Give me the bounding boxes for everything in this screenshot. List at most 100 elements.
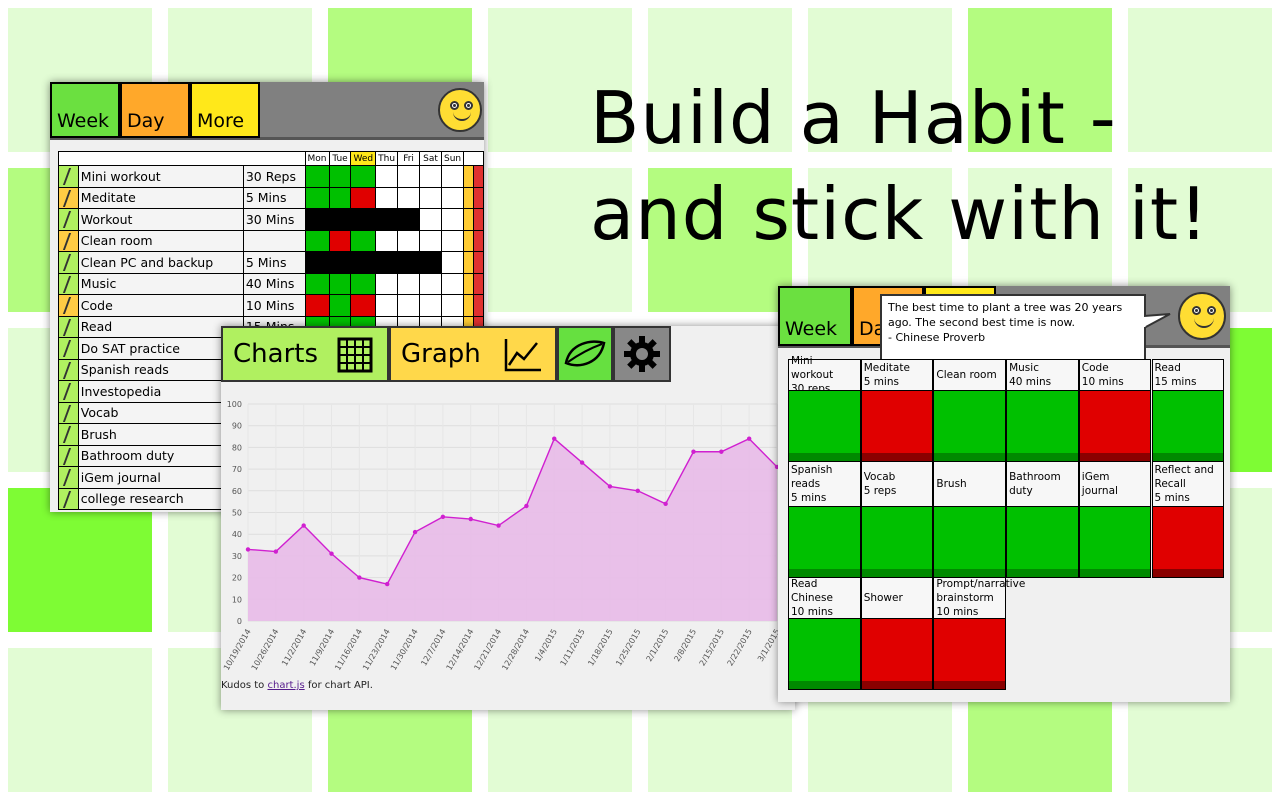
- tab-week-overview[interactable]: Week: [778, 286, 852, 346]
- habit-check[interactable]: [58, 294, 79, 317]
- edit-icon[interactable]: [463, 251, 475, 274]
- tab-charts[interactable]: Charts: [221, 326, 389, 382]
- chartjs-link[interactable]: chart.js: [267, 680, 304, 691]
- day-status-cell[interactable]: [350, 186, 377, 209]
- habit-name[interactable]: Spanish reads: [77, 358, 244, 381]
- habit-check[interactable]: [58, 208, 79, 231]
- day-status-cell[interactable]: [304, 272, 330, 295]
- habit-status-block[interactable]: [933, 506, 1007, 578]
- habit-name[interactable]: Mini workout: [77, 165, 244, 188]
- delete-icon[interactable]: [473, 294, 484, 317]
- habit-check[interactable]: [58, 401, 79, 424]
- day-status-cell[interactable]: [440, 272, 465, 295]
- habit-check[interactable]: [58, 251, 79, 274]
- tab-day[interactable]: Day: [120, 82, 190, 138]
- edit-icon[interactable]: [463, 294, 475, 317]
- day-status-cell[interactable]: [304, 251, 330, 274]
- day-status-cell[interactable]: [440, 186, 465, 209]
- habit-status-block[interactable]: [788, 390, 861, 462]
- edit-icon[interactable]: [463, 229, 475, 252]
- tab-leaf[interactable]: [557, 326, 613, 382]
- smiley-icon-overview[interactable]: [1178, 292, 1226, 340]
- habit-tile[interactable]: Bathroom duty: [1006, 461, 1079, 578]
- habit-status-block[interactable]: [788, 618, 861, 690]
- day-status-cell[interactable]: [304, 229, 330, 252]
- habit-name[interactable]: Meditate: [77, 186, 244, 209]
- day-status-cell[interactable]: [328, 229, 352, 252]
- smiley-icon[interactable]: [438, 88, 482, 132]
- day-status-cell[interactable]: [375, 229, 399, 252]
- day-status-cell[interactable]: [350, 294, 377, 317]
- habit-status-block[interactable]: [933, 618, 1007, 690]
- day-status-cell[interactable]: [440, 294, 465, 317]
- habit-name[interactable]: Clean PC and backup: [77, 251, 244, 274]
- day-status-cell[interactable]: [304, 208, 330, 231]
- habit-name[interactable]: Code: [77, 294, 244, 317]
- delete-icon[interactable]: [473, 229, 484, 252]
- habit-status-block[interactable]: [1078, 390, 1152, 462]
- tab-week[interactable]: Week: [50, 82, 120, 138]
- day-status-cell[interactable]: [350, 229, 377, 252]
- habit-status-block[interactable]: [860, 506, 934, 578]
- habit-tile[interactable]: Prompt/narrative brainstorm 10 mins: [933, 577, 1025, 690]
- edit-icon[interactable]: [463, 165, 475, 188]
- day-status-cell[interactable]: [440, 208, 465, 231]
- day-status-cell[interactable]: [397, 165, 421, 188]
- day-status-cell[interactable]: [419, 272, 442, 295]
- day-status-cell[interactable]: [304, 186, 330, 209]
- habit-tile[interactable]: iGem journal: [1078, 461, 1152, 578]
- habit-name[interactable]: Read: [77, 315, 244, 338]
- habit-name[interactable]: Do SAT practice: [77, 337, 244, 360]
- tab-more[interactable]: More: [190, 82, 260, 138]
- day-status-cell[interactable]: [350, 272, 377, 295]
- delete-icon[interactable]: [473, 251, 484, 274]
- habit-name[interactable]: Bathroom duty: [77, 444, 244, 467]
- habit-tile[interactable]: Read 15 mins: [1151, 359, 1225, 462]
- habit-name[interactable]: Music: [77, 272, 244, 295]
- edit-icon[interactable]: [463, 272, 475, 295]
- day-status-cell[interactable]: [375, 294, 399, 317]
- day-status-cell[interactable]: [419, 229, 442, 252]
- day-status-cell[interactable]: [328, 272, 352, 295]
- day-status-cell[interactable]: [304, 165, 330, 188]
- habit-tile[interactable]: Music 40 mins: [1006, 359, 1079, 462]
- habit-check[interactable]: [58, 466, 79, 489]
- day-status-cell[interactable]: [397, 229, 421, 252]
- habit-status-block[interactable]: [860, 390, 934, 462]
- day-status-cell[interactable]: [397, 272, 421, 295]
- day-status-cell[interactable]: [440, 251, 465, 274]
- day-status-cell[interactable]: [375, 251, 399, 274]
- day-status-cell[interactable]: [375, 165, 399, 188]
- day-status-cell[interactable]: [419, 186, 442, 209]
- habit-tile[interactable]: Mini workout 30 reps: [788, 355, 861, 462]
- day-status-cell[interactable]: [419, 165, 442, 188]
- habit-check[interactable]: [58, 315, 79, 338]
- habit-status-block[interactable]: [860, 618, 934, 690]
- habit-check[interactable]: [58, 229, 79, 252]
- habit-name[interactable]: Vocab: [77, 401, 244, 424]
- habit-name[interactable]: Investopedia: [77, 380, 244, 403]
- habit-tile[interactable]: Vocab 5 reps: [860, 461, 934, 578]
- habit-tile[interactable]: Spanish reads 5 mins: [788, 461, 861, 578]
- habit-check[interactable]: [58, 165, 79, 188]
- day-status-cell[interactable]: [419, 208, 442, 231]
- habit-tile[interactable]: Reflect and Recall 5 mins: [1151, 461, 1225, 578]
- habit-check[interactable]: [58, 358, 79, 381]
- day-status-cell[interactable]: [375, 208, 399, 231]
- day-status-cell[interactable]: [440, 229, 465, 252]
- day-status-cell[interactable]: [397, 251, 421, 274]
- habit-check[interactable]: [58, 444, 79, 467]
- day-status-cell[interactable]: [397, 186, 421, 209]
- day-status-cell[interactable]: [419, 251, 442, 274]
- habit-status-block[interactable]: [933, 390, 1007, 462]
- habit-tile[interactable]: Read Chinese 10 mins: [788, 577, 861, 690]
- day-status-cell[interactable]: [328, 165, 352, 188]
- delete-icon[interactable]: [473, 272, 484, 295]
- edit-icon[interactable]: [463, 186, 475, 209]
- habit-tile[interactable]: Brush: [933, 461, 1007, 578]
- day-status-cell[interactable]: [328, 186, 352, 209]
- habit-status-block[interactable]: [1006, 506, 1079, 578]
- habit-tile[interactable]: Meditate 5 mins: [860, 359, 934, 462]
- day-status-cell[interactable]: [328, 208, 352, 231]
- edit-icon[interactable]: [463, 208, 475, 231]
